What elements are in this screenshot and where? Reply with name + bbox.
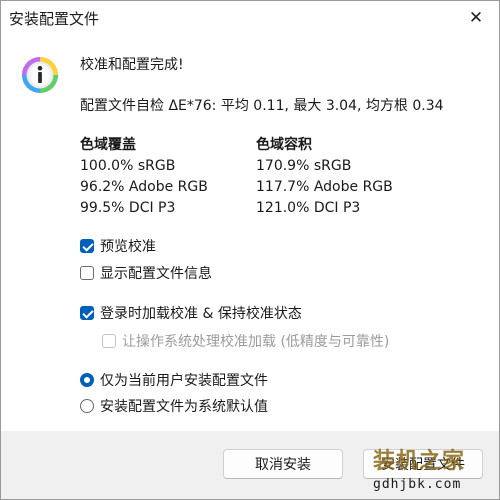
dialog-content: 校准和配置完成! 配置文件自检 ΔE*76: 平均 0.11, 最大 3.04,… [1, 35, 499, 431]
checkbox-checked-icon[interactable] [80, 239, 94, 253]
install-current-user-label: 仅为当前用户安装配置文件 [100, 373, 268, 389]
cancel-install-button[interactable]: 取消安装 [223, 449, 343, 479]
window-title: 安装配置文件 [9, 10, 100, 28]
os-handles-loading-checkbox: 让操作系统处理校准加载 (低精度与可靠性) [102, 331, 389, 351]
install-system-default-radio[interactable]: 安装配置文件为系统默认值 [80, 396, 268, 416]
radio-unselected-icon[interactable] [80, 399, 94, 413]
checkbox-disabled-icon [102, 334, 116, 348]
checkbox-unchecked-icon[interactable] [80, 266, 94, 280]
preview-calibration-checkbox[interactable]: 预览校准 [80, 236, 156, 256]
gamut-volume-header: 色域容积 [256, 137, 312, 153]
title-bar: 安装配置文件 ✕ [1, 1, 499, 35]
dialog-footer: 取消安装 安装配置文件 [1, 431, 499, 499]
preview-calibration-label: 预览校准 [100, 239, 156, 255]
os-handles-loading-label: 让操作系统处理校准加载 (低精度与可靠性) [122, 334, 390, 350]
install-profile-dialog: 安装配置文件 ✕ 校准和配置完成! 配置文件自检 ΔE*76: 平均 0.11,… [0, 0, 500, 500]
show-profile-info-label: 显示配置文件信息 [100, 266, 212, 282]
gamut-coverage-row: 100.0% sRGB [80, 158, 176, 174]
gamut-coverage-row: 99.5% DCI P3 [80, 200, 176, 216]
gamut-coverage-row: 96.2% Adobe RGB [80, 179, 208, 195]
profile-self-check-stats: 配置文件自检 ΔE*76: 平均 0.11, 最大 3.04, 均方根 0.34 [80, 98, 444, 114]
gamut-volume-row: 117.7% Adobe RGB [256, 179, 393, 195]
install-profile-button[interactable]: 安装配置文件 [363, 449, 483, 479]
gamut-volume-row: 170.9% sRGB [256, 158, 352, 174]
load-on-login-label: 登录时加载校准 & 保持校准状态 [100, 306, 302, 322]
radio-selected-icon[interactable] [80, 373, 94, 387]
gamut-coverage-column: 色域覆盖 100.0% sRGB 96.2% Adobe RGB 99.5% D… [80, 135, 208, 219]
completion-message: 校准和配置完成! [80, 57, 184, 73]
close-icon[interactable]: ✕ [465, 7, 487, 29]
info-icon [22, 57, 58, 93]
install-system-default-label: 安装配置文件为系统默认值 [100, 399, 268, 415]
gamut-volume-column: 色域容积 170.9% sRGB 117.7% Adobe RGB 121.0%… [256, 135, 393, 219]
gamut-volume-row: 121.0% DCI P3 [256, 200, 361, 216]
gamut-coverage-header: 色域覆盖 [80, 137, 136, 153]
install-current-user-radio[interactable]: 仅为当前用户安装配置文件 [80, 370, 268, 390]
checkbox-checked-icon[interactable] [80, 306, 94, 320]
load-on-login-checkbox[interactable]: 登录时加载校准 & 保持校准状态 [80, 303, 302, 323]
show-profile-info-checkbox[interactable]: 显示配置文件信息 [80, 263, 212, 283]
